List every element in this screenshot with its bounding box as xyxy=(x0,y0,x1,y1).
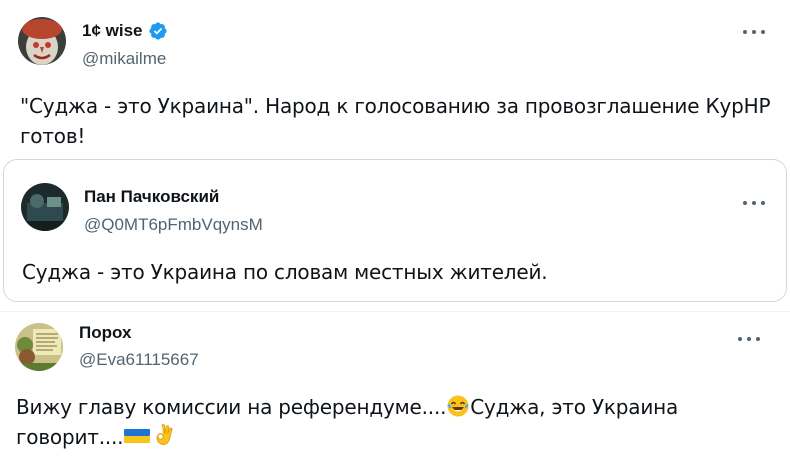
avatar[interactable] xyxy=(15,323,63,371)
avatar[interactable] xyxy=(18,17,66,65)
ok-hand-icon xyxy=(156,424,173,445)
more-options-icon[interactable] xyxy=(740,193,768,213)
avatar[interactable] xyxy=(21,183,69,231)
author-name[interactable]: Пан Пачковский xyxy=(84,187,219,207)
author-name[interactable]: 1¢ wise xyxy=(82,21,143,41)
tweet-text-part: Суджа, это Украина xyxy=(470,395,679,419)
more-options-icon[interactable] xyxy=(740,22,768,42)
tweet-text-line: готов! xyxy=(20,124,86,148)
more-options-icon[interactable] xyxy=(735,329,763,349)
ukraine-flag-icon xyxy=(124,429,151,443)
tweet-text: Вижу главу комиссии на референдуме.... С… xyxy=(16,392,776,452)
tweet-text: "Суджа - это Украина". Народ к голосован… xyxy=(20,91,780,151)
quoted-tweet-text: Суджа - это Украина по словам местных жи… xyxy=(22,260,548,284)
tweet-text-line: "Суджа - это Украина". Народ к голосован… xyxy=(20,94,771,118)
author-name[interactable]: Порох xyxy=(79,323,131,343)
tweet[interactable]: Порох @Eva61115667 Вижу главу комиссии н… xyxy=(0,311,790,469)
face-with-tears-of-joy-icon xyxy=(447,395,469,417)
tweet-text-part: говорит.... xyxy=(16,425,124,449)
author-handle[interactable]: @mikailme xyxy=(82,49,166,69)
tweet[interactable]: 1¢ wise @mikailme "Суджа - это Украина".… xyxy=(0,0,790,310)
author-handle[interactable]: @Eva61115667 xyxy=(79,350,199,370)
tweet-text-part: Вижу главу комиссии на референдуме.... xyxy=(16,395,447,419)
quoted-tweet[interactable]: Пан Пачковский @Q0MT6pFmbVqynsM Суджа - … xyxy=(3,159,787,302)
author-handle[interactable]: @Q0MT6pFmbVqynsM xyxy=(84,215,263,235)
verified-badge-icon xyxy=(148,22,167,40)
